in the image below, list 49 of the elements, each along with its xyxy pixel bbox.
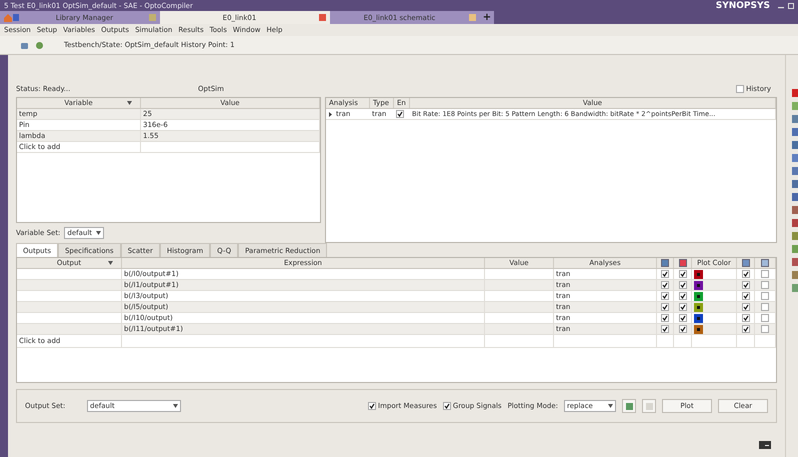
caret-icon — [608, 404, 613, 408]
checkbox[interactable] — [442, 402, 451, 410]
maximize-icon[interactable] — [788, 2, 794, 8]
caret-icon — [108, 261, 113, 265]
checkbox[interactable] — [678, 270, 686, 278]
column-icon — [678, 259, 686, 267]
checkbox[interactable] — [678, 303, 686, 311]
plot-icon-button[interactable] — [622, 399, 636, 413]
caret-icon — [127, 101, 132, 105]
color-swatch[interactable] — [694, 324, 703, 334]
checkbox[interactable] — [678, 292, 686, 300]
terminal-icon[interactable] — [759, 441, 771, 449]
checkbox[interactable] — [661, 292, 669, 300]
new-tab-button[interactable]: + — [480, 11, 494, 24]
caret-icon — [96, 231, 102, 235]
checkbox[interactable] — [761, 314, 769, 322]
checkbox[interactable] — [761, 325, 769, 333]
checkbox[interactable] — [661, 325, 669, 333]
checkbox[interactable] — [742, 314, 750, 322]
expand-icon[interactable] — [328, 112, 333, 116]
checkbox[interactable] — [661, 314, 669, 322]
checkbox[interactable] — [761, 281, 769, 289]
checkbox[interactable] — [678, 314, 686, 322]
checkbox[interactable] — [761, 270, 769, 278]
checkbox[interactable] — [661, 270, 669, 278]
color-swatch[interactable] — [694, 314, 703, 322]
color-swatch[interactable] — [694, 302, 703, 312]
checkbox[interactable] — [742, 325, 750, 333]
column-icon — [742, 259, 750, 267]
column-icon — [661, 259, 669, 267]
checkbox[interactable] — [761, 303, 769, 311]
checkbox[interactable] — [678, 281, 686, 289]
checkbox[interactable] — [661, 303, 669, 311]
checkbox[interactable] — [742, 303, 750, 311]
brand-logo: SYNOPSYS — [716, 0, 770, 10]
checkbox[interactable] — [661, 281, 669, 289]
column-icon — [761, 259, 769, 267]
checkbox[interactable] — [396, 110, 404, 118]
color-swatch[interactable] — [694, 270, 703, 278]
checkbox[interactable] — [368, 402, 376, 410]
checkbox[interactable] — [742, 292, 750, 300]
checkbox[interactable] — [761, 292, 769, 300]
color-swatch[interactable] — [694, 292, 703, 300]
checkbox[interactable] — [736, 85, 744, 93]
caret-icon — [173, 404, 178, 408]
color-swatch[interactable] — [694, 280, 703, 290]
checkbox[interactable] — [742, 270, 750, 278]
checkbox[interactable] — [678, 325, 686, 333]
checkbox[interactable] — [742, 281, 750, 289]
